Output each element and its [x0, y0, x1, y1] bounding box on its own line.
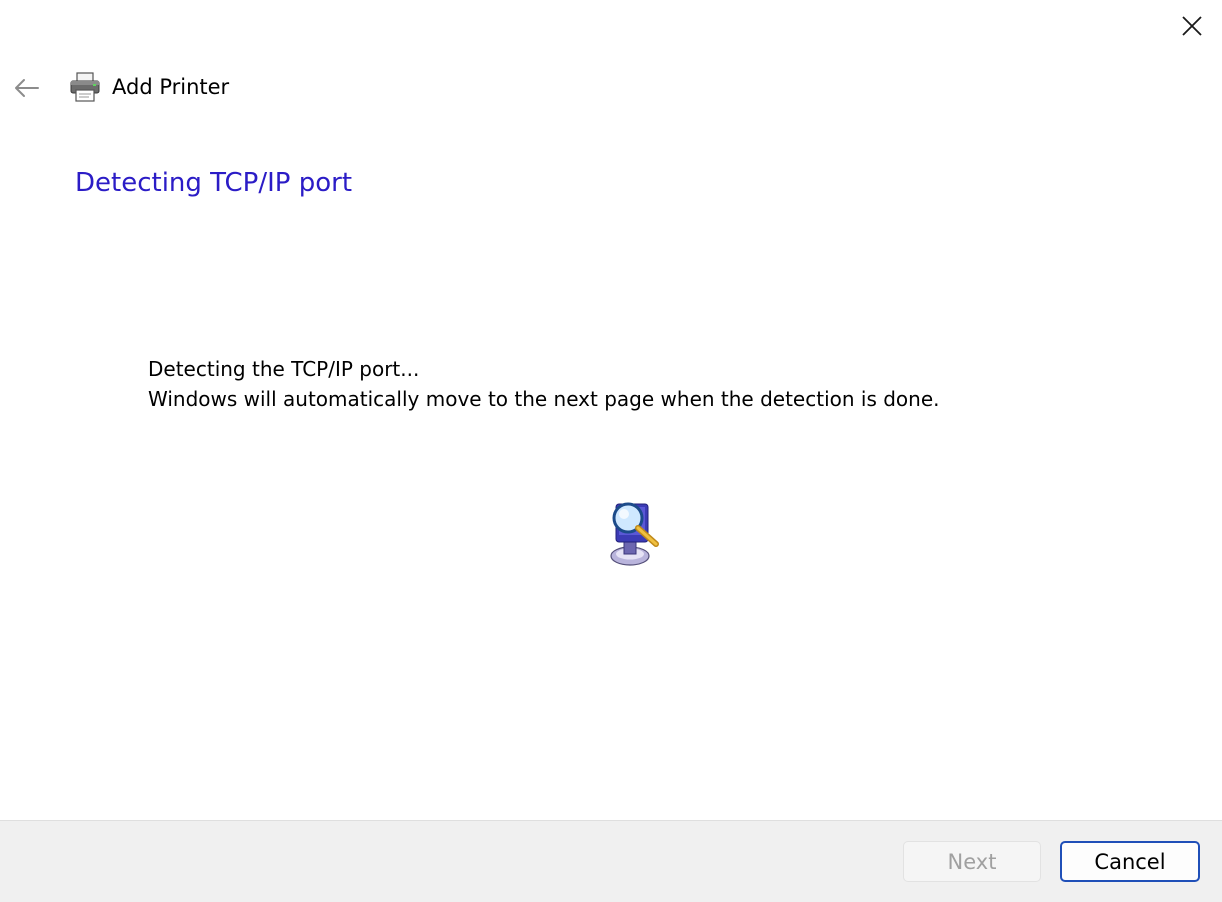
wizard-footer: Next Cancel: [0, 820, 1222, 902]
page-title: Detecting TCP/IP port: [75, 168, 353, 198]
cancel-button[interactable]: Cancel: [1060, 841, 1200, 882]
search-computer-icon: [610, 502, 659, 566]
status-line-2: Windows will automatically move to the n…: [148, 387, 940, 411]
add-printer-window: Add Printer Detecting TCP/IP port Detect…: [0, 0, 1222, 902]
printer-icon: [70, 72, 100, 102]
back-arrow-icon: [15, 79, 39, 97]
status-message: Detecting the TCP/IP port... Windows wil…: [148, 354, 940, 414]
back-button[interactable]: [6, 70, 46, 106]
status-line-1: Detecting the TCP/IP port...: [148, 357, 420, 381]
wizard-header: Add Printer: [0, 66, 600, 110]
window-title: Add Printer: [112, 75, 230, 99]
next-button[interactable]: Next: [903, 841, 1041, 882]
close-icon: [1182, 16, 1202, 36]
close-button[interactable]: [1170, 6, 1214, 46]
